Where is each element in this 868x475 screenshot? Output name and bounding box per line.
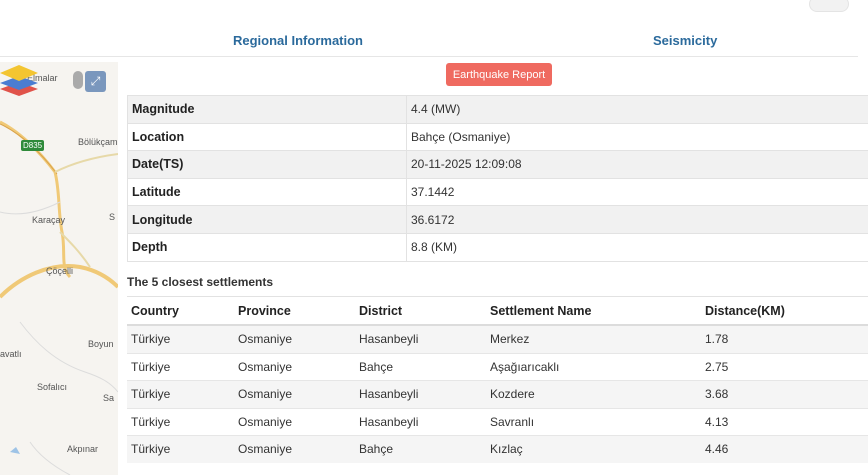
layers-icon[interactable] [0,62,38,98]
map-toggle[interactable] [73,71,83,89]
cell-country: Türkiye [127,324,234,353]
theme-toggle[interactable] [809,0,849,12]
cell-country: Türkiye [127,380,234,408]
cell-district: Hasanbeyli [355,380,486,408]
table-row: Latitude 37.1442 [127,177,868,206]
table-row: Türkiye Osmaniye Hasanbeyli Merkez 1.78 [127,324,868,353]
info-key: Location [127,122,407,151]
settlements-table: Country Province District Settlement Nam… [127,296,868,463]
cell-country: Türkiye [127,352,234,381]
table-header-row: Country Province District Settlement Nam… [127,296,868,326]
cell-settlement: Aşağıarıcaklı [486,352,701,381]
map-label: Karaçay [32,215,66,225]
tab-divider [0,56,118,57]
info-value: 36.6172 [406,205,868,234]
column-header[interactable]: Settlement Name [486,296,701,326]
column-header[interactable]: Distance(KM) [701,296,868,326]
cell-province: Osmaniye [234,407,355,436]
earthquake-info-table: Magnitude 4.4 (MW) Location Bahçe (Osmaniy… [127,95,868,262]
map-label: S [109,212,116,222]
cell-settlement: Kızlaç [486,435,701,463]
map-label: avatlı [0,349,22,359]
table-row: Date(TS) 20-11-2025 12:09:08 [127,150,868,179]
info-value: 4.4 (MW) [406,95,868,124]
info-key: Date(TS) [127,150,407,179]
info-value: 8.8 (KM) [406,232,868,262]
cell-district: Bahçe [355,435,486,463]
cell-distance: 4.46 [701,435,868,463]
table-row: Longitude 36.6172 [127,205,868,234]
earthquake-report-button[interactable]: Earthquake Report [446,63,552,86]
info-key: Magnitude [127,95,407,124]
cell-province: Osmaniye [234,352,355,381]
table-row: Türkiye Osmaniye Bahçe Aşağıarıcaklı 2.7… [127,352,868,381]
cell-settlement: Merkez [486,324,701,353]
table-row: Türkiye Osmaniye Bahçe Kızlaç 4.46 [127,435,868,463]
table-row: Magnitude 4.4 (MW) [127,95,868,124]
cell-province: Osmaniye [234,435,355,463]
cell-settlement: Kozdere [486,380,701,408]
column-header[interactable]: Country [127,296,234,326]
table-row: Location Bahçe (Osmaniye) [127,122,868,151]
cell-distance: 3.68 [701,380,868,408]
map-label: Bölükçam [78,137,118,147]
cell-distance: 4.13 [701,407,868,436]
road-badge: D835 [21,140,45,151]
tab-bar: Regional Information Seismicity [118,28,858,57]
info-value: 37.1442 [406,177,868,206]
info-key: Longitude [127,205,407,234]
table-row: Depth 8.8 (KM) [127,232,868,262]
map-label: Boyun [88,339,114,349]
map-panel[interactable]: Elmalar Bölükçam Karaçay Çöçelli Boyun a… [0,62,118,475]
cell-distance: 1.78 [701,324,868,353]
map-label: Sa [103,393,115,403]
info-value: 20-11-2025 12:09:08 [406,150,868,179]
section-title: The 5 closest settlements [127,275,274,289]
expand-arrows-icon[interactable]: ⤢ [85,71,106,92]
table-row: Türkiye Osmaniye Hasanbeyli Savranlı 4.1… [127,407,868,436]
map-label: Çöçelli [46,266,74,276]
cell-country: Türkiye [127,435,234,463]
tab-seismicity[interactable]: Seismicity [653,33,717,48]
cell-district: Bahçe [355,352,486,381]
cell-distance: 2.75 [701,352,868,381]
cell-district: Hasanbeyli [355,324,486,353]
map-label: Sofalıcı [37,382,68,392]
column-header[interactable]: Province [234,296,355,326]
cell-district: Hasanbeyli [355,407,486,436]
cell-province: Osmaniye [234,380,355,408]
info-key: Depth [127,232,407,262]
info-key: Latitude [127,177,407,206]
cell-country: Türkiye [127,407,234,436]
map-label: Akpınar [67,444,99,454]
info-value: Bahçe (Osmaniye) [406,122,868,151]
column-header[interactable]: District [355,296,486,326]
tab-regional-information[interactable]: Regional Information [233,33,363,48]
cell-settlement: Savranlı [486,407,701,436]
cell-province: Osmaniye [234,324,355,353]
table-row: Türkiye Osmaniye Hasanbeyli Kozdere 3.68 [127,380,868,408]
